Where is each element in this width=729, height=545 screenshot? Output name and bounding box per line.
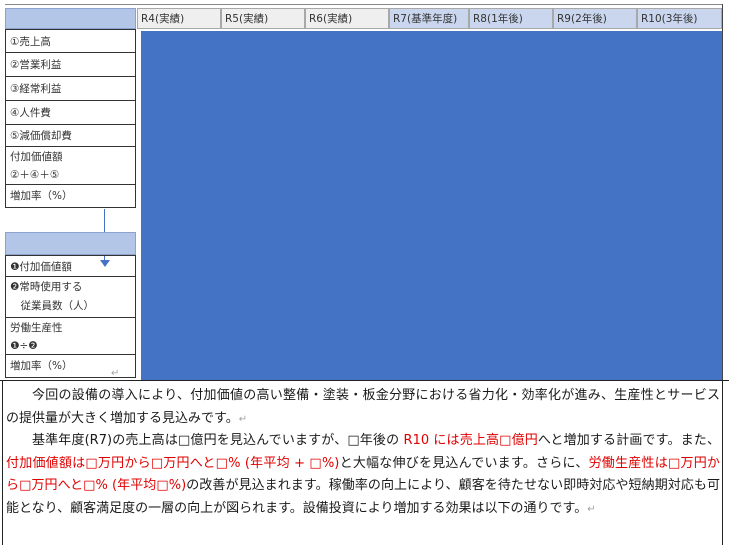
row-label-growth-rate-1: 増加率（%） [5,185,136,208]
return-mark: ↵ [111,368,120,379]
paragraph-intro: 今回の設備の導入により、付加価値の高い整備・塗装・板金分野における省力化・効率化… [6,385,720,431]
text-box-left-border [2,381,3,545]
text-box-right-border [722,381,723,545]
row-label-added-value-2: ❶付加価値額 [5,255,136,277]
paragraph-outlook-return: ↵ [587,503,596,515]
column-header-r7: R7(基準年度) [389,8,469,29]
column-header-r5: R5(実績) [221,8,305,29]
column-header-r6: R6(実績) [305,8,389,29]
frame-right-line [722,4,723,380]
row-label-depreciation: ⑤減価償却費 [5,125,136,147]
data-grid-fill [141,31,722,380]
highlight-sales-target: R10 には売上高□億円 [403,433,538,448]
row-label-labor-productivity: 労働生産性 ❶÷❷ [5,318,136,355]
text-box-top-border [0,380,729,381]
column-header-r10: R10(3年後) [637,8,722,29]
highlight-added-value: 付加価値額は□万円から□万円へと□% (年平均 + □%) [6,455,340,471]
row-label-operating-profit: ②営業利益 [5,53,136,77]
column-header-r9: R9(2年後) [553,8,637,29]
paragraph-intro-text: 今回の設備の導入により、付加価値の高い整備・塗装・板金分野における省力化・効率化… [6,388,720,426]
table2-header [5,232,136,255]
table1-corner-header [5,8,136,29]
row-label-added-value: 付加価値額 ②＋④＋⑤ [5,147,136,185]
paragraph-intro-return: ↵ [238,413,248,425]
row-label-ordinary-profit: ③経常利益 [5,77,136,101]
frame-top-line [5,4,723,5]
column-header-r4: R4(実績) [137,8,221,29]
row-label-employees: ❷常時使用する 従業員数（人） [5,277,136,318]
row-label-sales: ①売上高 [5,29,136,53]
row-label-personnel-cost: ④人件費 [5,101,136,125]
paragraph-outlook: 基準年度(R7)の売上高は□億円を見込んでいますが、□年後の R10 には売上高… [6,433,720,516]
column-header-r8: R8(1年後) [469,8,553,29]
